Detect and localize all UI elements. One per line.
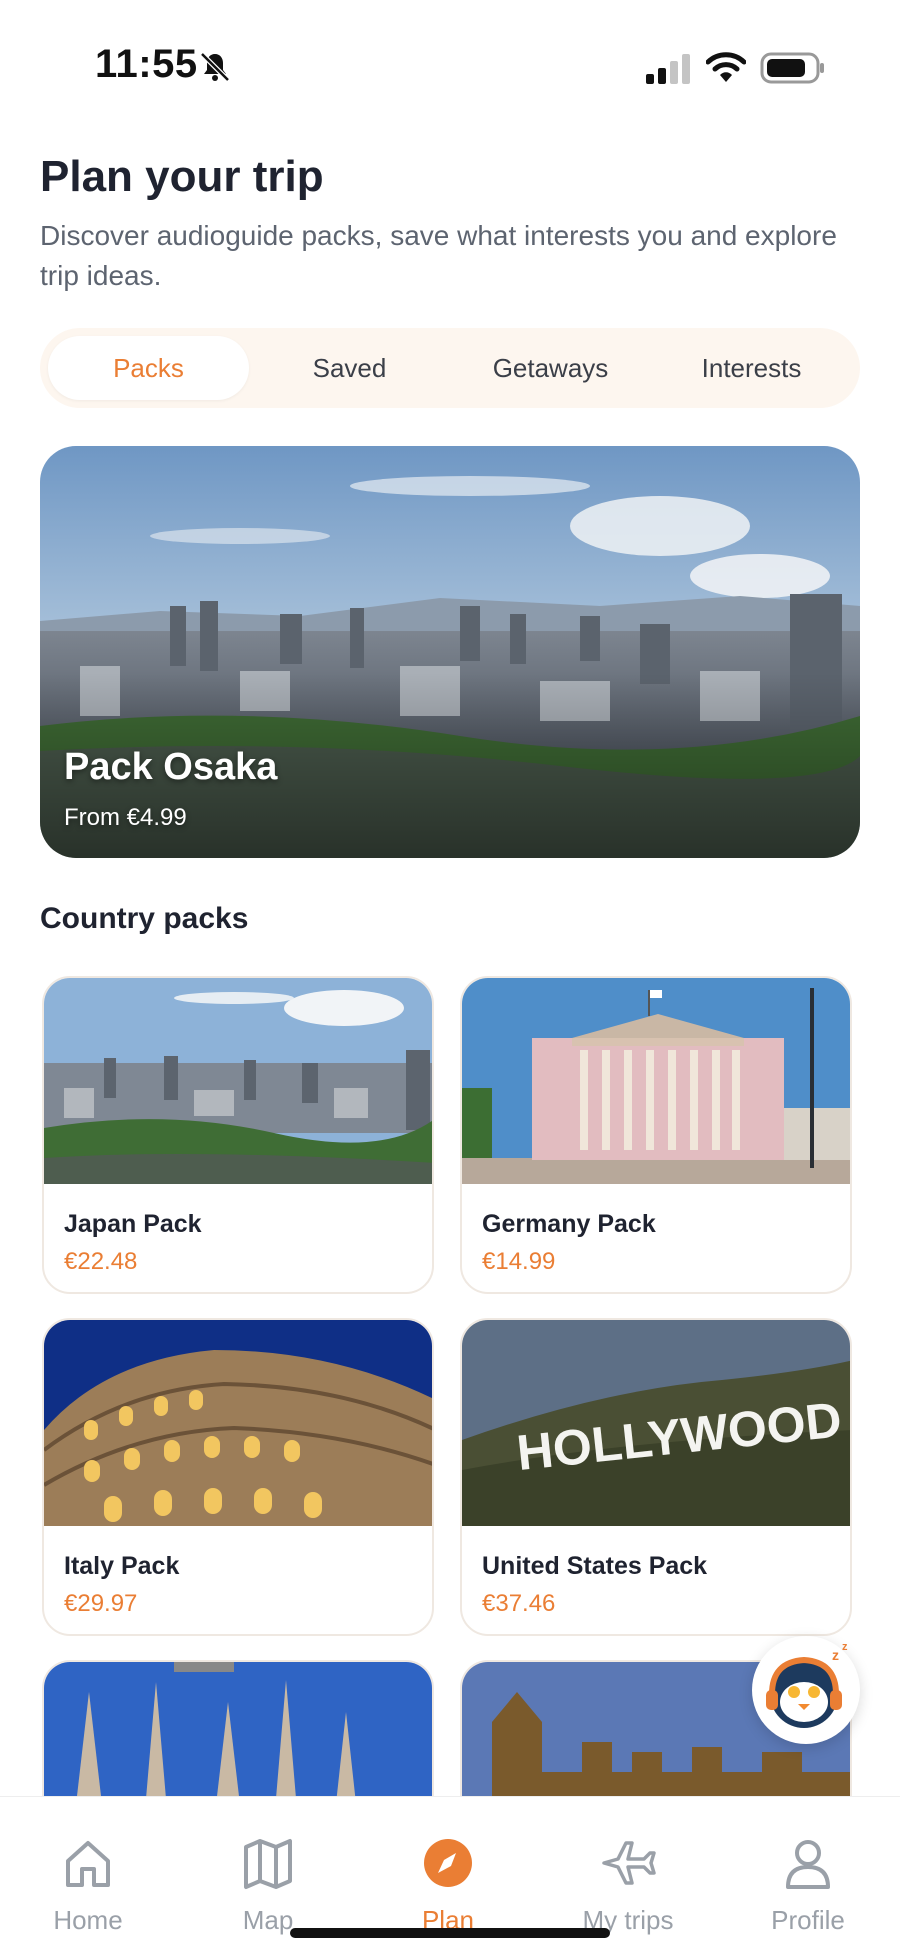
page-subtitle: Discover audioguide packs, save what int… bbox=[40, 220, 837, 291]
home-indicator bbox=[290, 1928, 610, 1938]
compass-icon bbox=[424, 1839, 472, 1887]
pack-price: €22.48 bbox=[64, 1248, 138, 1275]
profile-icon bbox=[786, 1840, 830, 1889]
tab-getaways[interactable]: Getaways bbox=[450, 336, 651, 400]
nav-home[interactable]: Home bbox=[8, 1797, 168, 1935]
hollywood-sign-image: HOLLYWOOD bbox=[462, 1320, 850, 1526]
mascot-icon: z z bbox=[766, 1641, 848, 1728]
wifi-icon bbox=[706, 52, 746, 82]
audioguide-mascot-button[interactable]: z z bbox=[752, 1636, 860, 1744]
osaka-skyline-image bbox=[44, 978, 432, 1184]
osaka-skyline-image bbox=[40, 446, 860, 858]
nav-label: Profile bbox=[771, 1905, 845, 1935]
pack-name: United States Pack bbox=[482, 1552, 708, 1580]
bell-off-icon bbox=[200, 52, 230, 82]
hero-price: From €4.99 bbox=[64, 804, 187, 831]
nav-my-trips[interactable]: My trips bbox=[548, 1797, 708, 1935]
pack-name: Japan Pack bbox=[64, 1210, 202, 1238]
hero-pack-card[interactable]: Pack Osaka From €4.99 bbox=[40, 446, 860, 858]
nav-profile[interactable]: Profile bbox=[728, 1797, 888, 1935]
plane-icon bbox=[602, 1841, 656, 1885]
pack-price: €29.97 bbox=[64, 1590, 138, 1617]
home-icon bbox=[66, 1841, 110, 1887]
svg-text:z: z bbox=[832, 1647, 839, 1663]
pack-card-japan[interactable]: Japan Pack €22.48 bbox=[42, 976, 434, 1294]
tab-bar: Packs Saved Getaways Interests bbox=[40, 328, 860, 408]
colosseum-image bbox=[44, 1320, 432, 1526]
nav-label: Home bbox=[53, 1905, 123, 1935]
map-icon bbox=[244, 1839, 292, 1889]
status-bar: 11:55 bbox=[0, 0, 900, 120]
tab-packs[interactable]: Packs bbox=[48, 336, 249, 400]
section-title: Country packs bbox=[40, 902, 249, 935]
status-time: 11:55 bbox=[95, 42, 198, 86]
cellular-signal-icon bbox=[646, 54, 690, 84]
pack-card-germany[interactable]: Germany Pack €14.99 bbox=[460, 976, 852, 1294]
nav-map[interactable]: Map bbox=[188, 1797, 348, 1935]
pack-name: Italy Pack bbox=[64, 1552, 180, 1580]
battery-icon bbox=[760, 52, 824, 84]
page-title: Plan your trip bbox=[40, 152, 324, 201]
pack-name: Germany Pack bbox=[482, 1210, 656, 1238]
berlin-opera-image bbox=[462, 978, 850, 1184]
nav-plan[interactable]: Plan bbox=[368, 1797, 528, 1935]
tab-interests[interactable]: Interests bbox=[651, 336, 852, 400]
hero-title: Pack Osaka bbox=[64, 746, 278, 788]
svg-text:z: z bbox=[842, 1641, 848, 1653]
pack-card-italy[interactable]: Italy Pack €29.97 bbox=[42, 1318, 434, 1636]
pack-card-united-states[interactable]: HOLLYWOOD United States Pack €37.46 bbox=[460, 1318, 852, 1636]
pack-price: €14.99 bbox=[482, 1248, 556, 1275]
pack-price: €37.46 bbox=[482, 1590, 556, 1617]
tab-saved[interactable]: Saved bbox=[249, 336, 450, 400]
